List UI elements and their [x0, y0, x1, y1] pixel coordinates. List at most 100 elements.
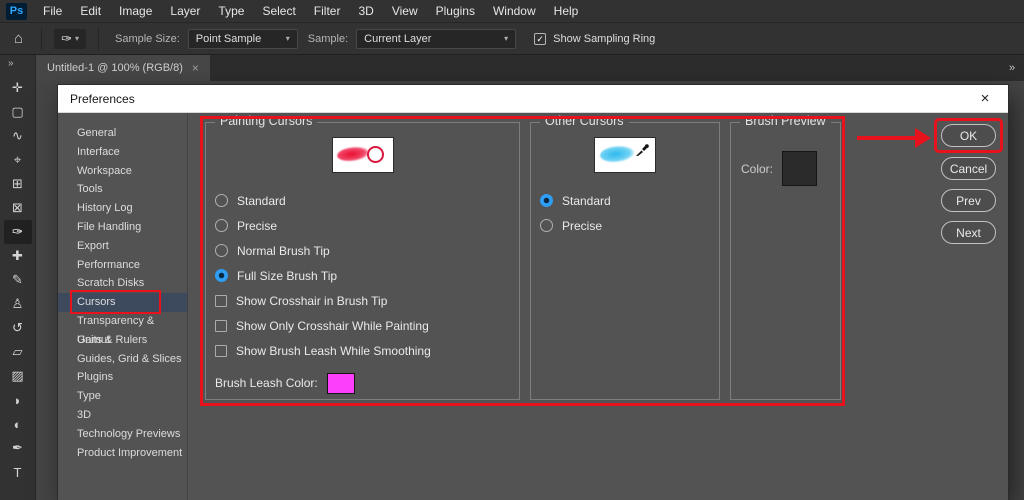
object-selection-tool[interactable]: ⌖	[4, 148, 32, 172]
pref-item-guides-grid-slices[interactable]: Guides, Grid & Slices	[58, 350, 187, 369]
type-tool[interactable]: T	[4, 460, 32, 484]
pref-item-interface[interactable]: Interface	[58, 143, 187, 162]
sample-size-dropdown[interactable]: Point Sample ▾	[187, 28, 298, 49]
dialog-titlebar: Preferences ×	[58, 85, 1008, 113]
pref-item-technology-previews[interactable]: Technology Previews	[58, 425, 187, 444]
move-tool[interactable]: ✛	[4, 76, 32, 100]
pref-item-performance[interactable]: Performance	[58, 256, 187, 275]
brush-cursor-ring	[366, 146, 384, 163]
pref-item-plugins[interactable]: Plugins	[58, 368, 187, 387]
other-cursors-group: Other Cursors Standard Precise	[530, 114, 720, 400]
pref-item-workspace[interactable]: Workspace	[58, 162, 187, 181]
menu-window[interactable]: Window	[484, 0, 545, 23]
home-icon[interactable]: ⌂	[0, 30, 35, 47]
checkbox-show-brush-leash-while-smoothing[interactable]: Show Brush Leash While Smoothing	[206, 338, 519, 363]
next-button[interactable]: Next	[941, 221, 996, 244]
sampling-ring-checkbox[interactable]: ✓	[534, 32, 547, 45]
menu-view[interactable]: View	[383, 0, 427, 23]
brush-leash-color-row: Brush Leash Color:	[206, 371, 519, 395]
radio-normal-brush-tip[interactable]: Normal Brush Tip	[206, 238, 519, 263]
menu-image[interactable]: Image	[110, 0, 161, 23]
red-brush-stroke	[335, 145, 370, 163]
show-sampling-ring-option[interactable]: ✓ Show Sampling Ring	[534, 32, 655, 45]
annotation-arrow	[857, 128, 937, 148]
radio-other-precise[interactable]: Precise	[531, 213, 719, 238]
pref-item-history-log[interactable]: History Log	[58, 199, 187, 218]
brush-preview-color-row: Color:	[731, 123, 840, 186]
document-tab[interactable]: Untitled-1 @ 100% (RGB/8) ×	[36, 55, 210, 81]
tab-close-icon[interactable]: ×	[192, 61, 199, 75]
cyan-brush-stroke	[599, 144, 635, 164]
pref-item-tools[interactable]: Tools	[58, 180, 187, 199]
radio-icon[interactable]	[215, 219, 228, 232]
brush-preview-color-swatch[interactable]	[782, 151, 818, 186]
sample-dropdown[interactable]: Current Layer ▾	[356, 28, 517, 49]
pref-item-general[interactable]: General	[58, 124, 187, 143]
radio-icon[interactable]	[540, 194, 553, 207]
radio-label: Full Size Brush Tip	[237, 268, 338, 283]
menu-select[interactable]: Select	[253, 0, 304, 23]
frame-tool[interactable]: ⊠	[4, 196, 32, 220]
pref-item-cursors[interactable]: Cursors	[58, 293, 187, 312]
checkbox-show-crosshair-in-brush-tip[interactable]: Show Crosshair in Brush Tip	[206, 288, 519, 313]
brush-leash-color-label: Brush Leash Color:	[215, 376, 318, 390]
radio-standard[interactable]: Standard	[206, 188, 519, 213]
checkbox-icon[interactable]	[215, 319, 227, 332]
clone-stamp-tool[interactable]: ♙	[4, 292, 32, 316]
menu-filter[interactable]: Filter	[305, 0, 350, 23]
pref-item-product-improvement[interactable]: Product Improvement	[58, 444, 187, 463]
pref-item-scratch-disks[interactable]: Scratch Disks	[58, 274, 187, 293]
dialog-body: General Interface Workspace Tools Histor…	[58, 113, 1008, 500]
sample-value: Current Layer	[364, 32, 432, 45]
radio-icon[interactable]	[215, 269, 228, 282]
brush-tool[interactable]: ✎	[4, 268, 32, 292]
eyedropper-tool-preset[interactable]: ✑ ▾	[54, 28, 86, 49]
checkbox-icon[interactable]	[215, 294, 227, 307]
radio-icon[interactable]	[540, 219, 553, 232]
dodge-tool[interactable]: ◐	[4, 412, 32, 436]
pref-item-file-handling[interactable]: File Handling	[58, 218, 187, 237]
other-cursor-preview-image	[594, 137, 656, 173]
pref-item-export[interactable]: Export	[58, 237, 187, 256]
menu-file[interactable]: File	[34, 0, 71, 23]
dialog-close-icon[interactable]: ×	[974, 90, 996, 107]
radio-icon[interactable]	[215, 194, 228, 207]
checkbox-show-only-crosshair-while-painting[interactable]: Show Only Crosshair While Painting	[206, 313, 519, 338]
radio-other-standard[interactable]: Standard	[531, 188, 719, 213]
blur-tool[interactable]: ◗	[4, 388, 32, 412]
gradient-tool[interactable]: ▨	[4, 364, 32, 388]
toolbar-expand-icon[interactable]: »	[0, 55, 14, 73]
menu-edit[interactable]: Edit	[71, 0, 110, 23]
lasso-tool[interactable]: ∿	[4, 124, 32, 148]
spot-healing-tool[interactable]: ✚	[4, 244, 32, 268]
menu-help[interactable]: Help	[545, 0, 588, 23]
radio-label: Standard	[237, 193, 286, 208]
eraser-tool[interactable]: ▱	[4, 340, 32, 364]
radio-label: Standard	[562, 193, 611, 208]
prev-button[interactable]: Prev	[941, 189, 996, 212]
radio-precise[interactable]: Precise	[206, 213, 519, 238]
pen-tool[interactable]: ✒	[4, 436, 32, 460]
panel-collapse-icon[interactable]: »	[1003, 58, 1021, 78]
pref-item-transparency-gamut[interactable]: Transparency & Gamut	[58, 312, 187, 346]
eyedropper-tool[interactable]: ✑	[3, 220, 32, 244]
pref-item-units-rulers[interactable]: Units & Rulers	[58, 331, 187, 350]
history-brush-tool[interactable]: ↺	[4, 316, 32, 340]
menu-layer[interactable]: Layer	[161, 0, 209, 23]
crop-tool[interactable]: ⊞	[4, 172, 32, 196]
cancel-button[interactable]: Cancel	[941, 157, 996, 180]
rectangular-marquee-tool[interactable]: ▢	[4, 100, 32, 124]
menu-plugins[interactable]: Plugins	[427, 0, 484, 23]
radio-icon[interactable]	[215, 244, 228, 257]
checkbox-label: Show Crosshair in Brush Tip	[236, 293, 388, 308]
preferences-sidebar: General Interface Workspace Tools Histor…	[58, 113, 188, 500]
brush-leash-color-swatch[interactable]	[326, 372, 355, 394]
menu-type[interactable]: Type	[209, 0, 253, 23]
menu-3d[interactable]: 3D	[349, 0, 382, 23]
checkbox-icon[interactable]	[215, 344, 227, 357]
pref-item-3d[interactable]: 3D	[58, 406, 187, 425]
pref-item-type[interactable]: Type	[58, 387, 187, 406]
sample-label: Sample:	[307, 32, 349, 45]
ok-button[interactable]: OK	[941, 124, 996, 147]
radio-full-size-brush-tip[interactable]: Full Size Brush Tip	[206, 263, 519, 288]
